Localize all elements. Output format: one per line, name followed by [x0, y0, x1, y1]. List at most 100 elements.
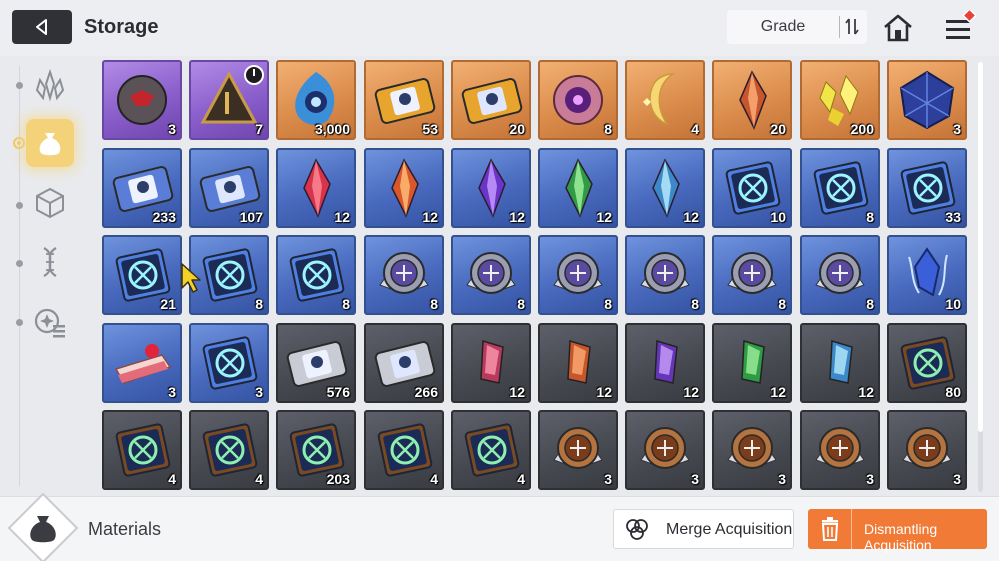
item-quantity: 3 [953, 471, 961, 487]
scrollbar-thumb[interactable] [978, 62, 983, 432]
item-slot[interactable]: 12 [625, 148, 705, 228]
item-slot[interactable]: 3 [102, 60, 182, 140]
dna-helix-icon [43, 247, 57, 277]
sort-dropdown[interactable]: Grade [727, 10, 867, 44]
item-quantity: 576 [326, 384, 350, 400]
item-slot[interactable]: 53 [364, 60, 444, 140]
item-slot[interactable]: 3 [625, 410, 705, 490]
item-quantity: 8 [691, 296, 699, 312]
item-quantity: 7 [255, 121, 263, 137]
item-quantity: 3 [866, 471, 874, 487]
item-slot[interactable]: 21 [102, 235, 182, 315]
item-quantity: 12 [683, 209, 699, 225]
item-slot[interactable]: 12 [451, 148, 531, 228]
item-slot[interactable]: 3 [102, 323, 182, 403]
item-slot[interactable]: 12 [451, 323, 531, 403]
item-slot[interactable]: 12 [538, 148, 618, 228]
item-slot[interactable]: 576 [276, 323, 356, 403]
item-slot[interactable]: 3 [189, 323, 269, 403]
item-quantity: 3,000 [314, 121, 350, 137]
item-quantity: 12 [422, 209, 438, 225]
item-quantity: 20 [770, 121, 786, 137]
item-slot[interactable]: 266 [364, 323, 444, 403]
item-quantity: 12 [770, 384, 786, 400]
item-quantity: 4 [517, 471, 525, 487]
item-slot[interactable]: 200 [800, 60, 880, 140]
sidebar-item-equipment[interactable] [26, 179, 74, 227]
item-slot[interactable]: 107 [189, 148, 269, 228]
item-quantity: 4 [691, 121, 699, 137]
item-quantity: 3 [168, 121, 176, 137]
item-slot[interactable]: 8 [800, 148, 880, 228]
trash-icon [821, 517, 838, 541]
item-slot[interactable]: 10 [712, 148, 792, 228]
item-quantity: 8 [342, 296, 350, 312]
sidebar-item-crystals[interactable] [26, 62, 74, 110]
item-slot[interactable]: 3 [887, 60, 967, 140]
item-quantity: 8 [866, 209, 874, 225]
item-slot[interactable]: 20 [712, 60, 792, 140]
pointer-cursor-icon [181, 263, 201, 293]
item-slot[interactable]: 12 [800, 323, 880, 403]
item-quantity: 233 [152, 209, 176, 225]
item-slot[interactable]: 4 [451, 410, 531, 490]
sidebar-item-genes[interactable] [26, 238, 74, 286]
item-slot[interactable]: 8 [538, 235, 618, 315]
item-slot[interactable]: 8 [364, 235, 444, 315]
item-quantity: 4 [168, 471, 176, 487]
back-arrow-icon [36, 19, 47, 35]
item-slot[interactable]: 3 [712, 410, 792, 490]
item-slot[interactable]: 3 [538, 410, 618, 490]
sidebar-track [19, 66, 20, 486]
item-slot[interactable]: 8 [451, 235, 531, 315]
item-slot[interactable]: 80 [887, 323, 967, 403]
sidebar-item-modules[interactable] [26, 298, 74, 346]
item-slot[interactable]: 12 [712, 323, 792, 403]
material-bag-icon [30, 516, 56, 543]
item-slot[interactable]: 7 [189, 60, 269, 140]
item-slot[interactable]: 8 [800, 235, 880, 315]
sidebar-item-materials[interactable] [26, 119, 74, 167]
home-icon[interactable] [882, 12, 914, 44]
item-quantity: 3 [691, 471, 699, 487]
item-quantity: 266 [414, 384, 438, 400]
item-quantity: 12 [334, 209, 350, 225]
item-slot[interactable]: 3 [800, 410, 880, 490]
item-slot[interactable]: 8 [625, 235, 705, 315]
dismantling-acquisition-button[interactable]: Dismantling Acquisition [808, 509, 987, 553]
item-slot[interactable]: 4 [364, 410, 444, 490]
sidebar-dot [16, 202, 23, 209]
item-quantity: 200 [850, 121, 874, 137]
sort-order-icon[interactable] [839, 16, 863, 38]
item-slot[interactable]: 12 [538, 323, 618, 403]
item-slot[interactable]: 12 [276, 148, 356, 228]
item-slot[interactable]: 4 [102, 410, 182, 490]
item-slot[interactable]: 3,000 [276, 60, 356, 140]
item-slot[interactable]: 8 [712, 235, 792, 315]
item-slot[interactable]: 33 [887, 148, 967, 228]
item-slot[interactable]: 3 [887, 410, 967, 490]
item-quantity: 107 [239, 209, 263, 225]
item-slot[interactable]: 4 [189, 410, 269, 490]
back-button[interactable] [12, 10, 72, 44]
item-quantity: 12 [683, 384, 699, 400]
item-slot[interactable]: 8 [276, 235, 356, 315]
item-slot[interactable]: 20 [451, 60, 531, 140]
menu-icon[interactable] [944, 8, 977, 44]
item-slot[interactable]: 12 [625, 323, 705, 403]
item-slot[interactable]: 4 [625, 60, 705, 140]
item-slot[interactable]: 203 [276, 410, 356, 490]
item-slot[interactable]: 8 [538, 60, 618, 140]
item-slot[interactable]: 12 [364, 148, 444, 228]
item-quantity: 8 [430, 296, 438, 312]
grid-scrollbar[interactable] [978, 62, 983, 492]
item-quantity: 8 [866, 296, 874, 312]
material-bag-icon [39, 133, 61, 156]
sort-label: Grade [760, 18, 806, 35]
page-title: Storage [84, 16, 159, 38]
item-grid: 3 7 3,000 53 20 8 4 20 200 3 233 107 12 12 12 12 12 10 8 33… [102, 60, 970, 492]
item-slot[interactable]: 233 [102, 148, 182, 228]
item-quantity: 3 [255, 384, 263, 400]
merge-acquisition-button[interactable]: Merge Acquisition [613, 509, 794, 549]
item-slot[interactable]: 10 [887, 235, 967, 315]
